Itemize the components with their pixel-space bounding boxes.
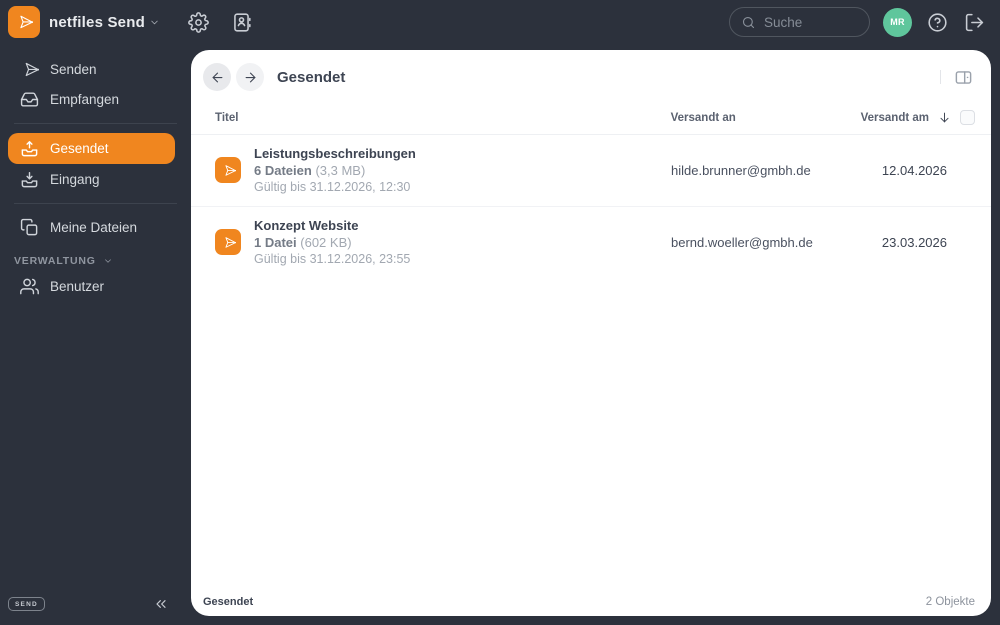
search-input[interactable]: [764, 14, 858, 30]
address-book-icon[interactable]: [231, 12, 252, 33]
table-row[interactable]: Leistungsbeschreibungen 6 Dateien (3,3 M…: [191, 135, 991, 206]
sidebar-item-gesendet[interactable]: Gesendet: [8, 133, 175, 164]
inbox-in-icon: [21, 172, 38, 188]
column-header-titel[interactable]: Titel: [215, 112, 671, 124]
sent-item-validity: Gültig bis 31.12.2026, 12:30: [254, 180, 411, 195]
sent-item-recipient: bernd.woeller@gmbh.de: [671, 234, 813, 250]
sent-item-title: Konzept Website: [254, 217, 359, 233]
column-header-versandt-am[interactable]: Versandt am: [861, 112, 929, 124]
logout-icon[interactable]: [964, 12, 985, 33]
sidebar-item-label: Benutzer: [50, 279, 105, 294]
sidebar-divider: [14, 123, 177, 124]
sidebar-item-label: Senden: [50, 62, 97, 77]
inbox-tray-icon: [20, 92, 39, 107]
sort-descending-icon[interactable]: [938, 111, 951, 124]
sent-item-date: 23.03.2026: [881, 234, 947, 250]
arrow-left-icon: [212, 72, 222, 82]
help-icon[interactable]: [927, 12, 948, 33]
select-all-checkbox[interactable]: [960, 110, 975, 125]
files-icon: [20, 218, 38, 236]
chevron-down-icon[interactable]: [149, 17, 160, 28]
app-logo[interactable]: [8, 6, 40, 38]
chevron-down-icon: [104, 259, 111, 263]
search-icon: [742, 16, 755, 28]
arrow-right-icon: [245, 72, 255, 82]
sent-item-text: Leistungsbeschreibungen 6 Dateien (3,3 M…: [254, 145, 671, 196]
sidebar-item-label: Meine Dateien: [50, 220, 138, 235]
panel-header: Gesendet: [191, 50, 991, 91]
users-icon: [20, 278, 39, 295]
send-plane-icon: [20, 15, 33, 29]
sidebar: Senden Empfangen Gesendet Eingang Meine …: [0, 44, 191, 625]
sidebar-item-label: Gesendet: [50, 141, 109, 156]
sent-item-icon: [215, 229, 241, 256]
details-panel-toggle-icon[interactable]: [954, 68, 973, 87]
sent-item-date: 12.04.2026: [881, 162, 947, 178]
sidebar-divider: [14, 203, 177, 204]
main-panel: Gesendet Titel Versandt an Versandt am L…: [191, 50, 991, 616]
section-label: VERWALTUNG: [14, 255, 96, 267]
sent-item-size: (3,3 MB): [315, 163, 366, 179]
page-title: Gesendet: [277, 68, 346, 86]
sidebar-item-senden[interactable]: Senden: [8, 55, 175, 84]
table-row[interactable]: Konzept Website 1 Datei (602 KB) Gültig …: [191, 205, 991, 278]
sidebar-item-benutzer[interactable]: Benutzer: [8, 272, 175, 301]
sidebar-section-verwaltung[interactable]: VERWALTUNG: [14, 255, 191, 267]
sent-item-filecount: 1 Datei: [254, 234, 297, 250]
sent-item-text: Konzept Website 1 Datei (602 KB) Gültig …: [254, 217, 671, 268]
sidebar-bottom: SEND: [8, 596, 183, 612]
sent-item-validity: Gültig bis 31.12.2026, 23:55: [254, 252, 411, 267]
avatar[interactable]: MR: [883, 7, 912, 37]
column-header-versandt-an[interactable]: Versandt an: [671, 112, 861, 124]
sidebar-item-eingang[interactable]: Eingang: [8, 165, 175, 194]
object-count: 2 Objekte: [925, 596, 975, 608]
sent-item-filecount: 6 Dateien: [254, 163, 312, 179]
collapse-sidebar-icon[interactable]: [153, 596, 169, 612]
header-divider: [940, 70, 941, 84]
search-bar[interactable]: [729, 7, 870, 37]
table-header-row: Titel Versandt an Versandt am: [191, 91, 991, 135]
sent-item-recipient: hilde.brunner@gmbh.de: [671, 162, 811, 178]
send-plane-icon: [224, 165, 236, 176]
forward-button[interactable]: [236, 63, 264, 91]
outbox-icon: [21, 141, 38, 157]
sent-item-size: (602 KB): [300, 234, 352, 250]
app-header: netfiles Send MR: [0, 0, 1000, 44]
sent-item-title: Leistungsbeschreibungen: [254, 146, 416, 161]
back-button[interactable]: [203, 63, 231, 91]
app-title[interactable]: netfiles Send: [49, 14, 145, 31]
send-version-badge: SEND: [8, 597, 45, 611]
sidebar-item-empfangen[interactable]: Empfangen: [8, 85, 175, 114]
footer-folder-label: Gesendet: [203, 596, 254, 608]
sidebar-item-meine-dateien[interactable]: Meine Dateien: [8, 213, 175, 242]
sidebar-item-label: Empfangen: [50, 92, 120, 107]
sidebar-item-label: Eingang: [50, 172, 100, 187]
panel-footer: Gesendet 2 Objekte: [203, 596, 975, 608]
send-plane-icon: [224, 236, 236, 248]
send-icon: [25, 62, 39, 77]
sent-item-icon: [215, 157, 241, 184]
settings-gear-icon[interactable]: [188, 11, 209, 33]
